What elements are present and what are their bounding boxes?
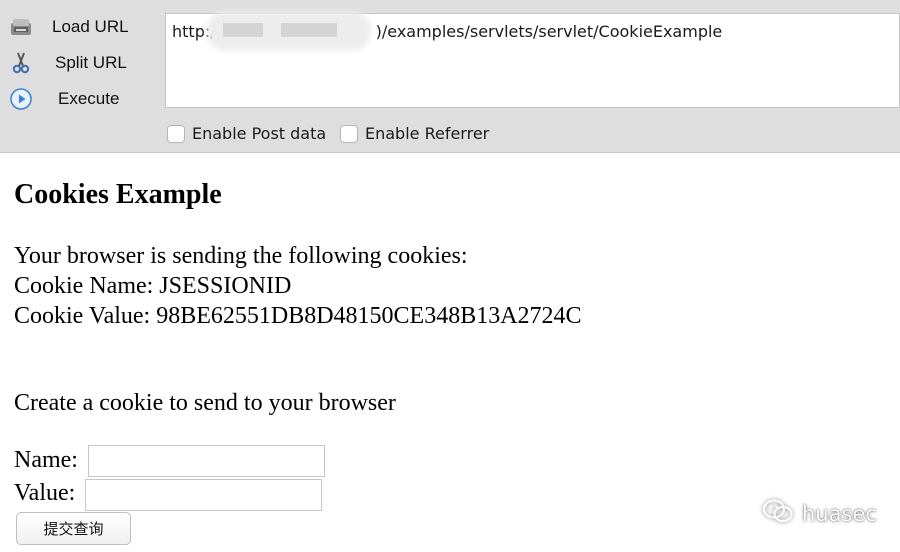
page-title: Cookies Example xyxy=(14,179,222,210)
enable-referrer-checkbox[interactable]: Enable Referrer xyxy=(340,124,489,143)
cookies-intro-text: Your browser is sending the following co… xyxy=(14,243,468,269)
redacted-host xyxy=(211,15,367,47)
split-url-button[interactable]: Split URL xyxy=(0,46,160,80)
execute-button[interactable]: Execute xyxy=(0,82,160,116)
load-url-label: Load URL xyxy=(52,17,129,36)
play-icon xyxy=(9,87,33,111)
wechat-icon xyxy=(762,498,802,529)
url-prefix: http:/ xyxy=(172,22,216,41)
load-url-button[interactable]: Load URL xyxy=(0,10,160,44)
submit-query-button[interactable]: 提交查询 xyxy=(16,512,131,545)
cookie-value-input[interactable] xyxy=(85,479,322,511)
cookie-name-input[interactable] xyxy=(88,445,325,477)
name-label: Name: xyxy=(14,447,78,473)
create-cookie-heading: Create a cookie to send to your browser xyxy=(14,390,396,416)
execute-label: Execute xyxy=(58,89,120,108)
checkbox-box[interactable] xyxy=(167,124,185,143)
watermark-text: huasec xyxy=(802,501,877,526)
scissors-icon xyxy=(9,51,33,75)
enable-referrer-label: Enable Referrer xyxy=(365,124,490,143)
load-url-icon xyxy=(9,15,33,39)
checkbox-box[interactable] xyxy=(340,124,358,143)
enable-post-data-checkbox[interactable]: Enable Post data xyxy=(167,124,326,143)
cookie-value-text: Cookie Value: 98BE62551DB8D48150CE348B13… xyxy=(14,303,582,329)
cookie-name-text: Cookie Name: JSESSIONID xyxy=(14,273,292,299)
url-path: )/examples/servlets/servlet/CookieExampl… xyxy=(375,22,723,41)
split-url-label: Split URL xyxy=(55,53,127,72)
hackbar-toolbar: Load URL Split URL Execute http:/ )/examp… xyxy=(0,0,900,153)
enable-post-data-label: Enable Post data xyxy=(192,124,327,143)
value-label: Value: xyxy=(14,480,76,506)
watermark: huasec xyxy=(762,498,877,529)
